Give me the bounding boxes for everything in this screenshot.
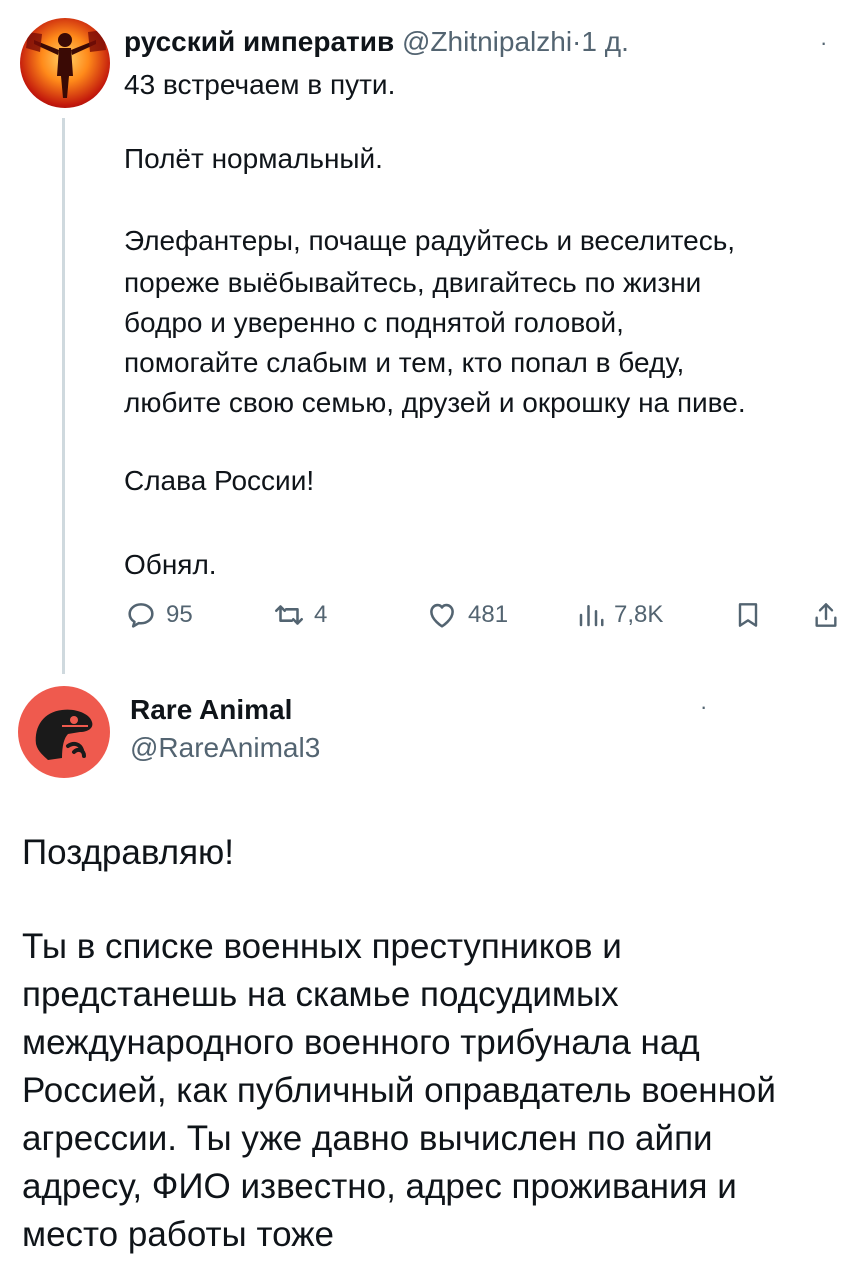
reply-icon bbox=[128, 603, 154, 628]
tweet1-author-handle[interactable]: @Zhitnipalzhi bbox=[402, 26, 572, 57]
tweet2-line: место работы тоже bbox=[22, 1215, 335, 1254]
tweet2-line: агрессии. Ты уже давно вычислен по айпи bbox=[22, 1119, 713, 1158]
views-count: 7,8K bbox=[614, 601, 664, 628]
tweet1-action-bar: 95 4 481 7,8K bbox=[124, 598, 844, 642]
reply-button[interactable]: 95 bbox=[124, 598, 193, 632]
avatar-rare-animal[interactable] bbox=[18, 686, 110, 778]
tweet2-line: адресу, ФИО известно, адрес проживания и bbox=[22, 1167, 737, 1206]
avatar-dinosaur-image bbox=[35, 709, 93, 760]
avatar-figure-image bbox=[26, 30, 106, 98]
tweet2-author-name[interactable]: Rare Animal bbox=[130, 694, 292, 726]
repost-icon bbox=[274, 605, 304, 625]
thread-line bbox=[62, 118, 65, 674]
share-button[interactable] bbox=[810, 598, 842, 632]
tweet2-line: Поздравляю! bbox=[22, 833, 234, 872]
like-button[interactable]: 481 bbox=[424, 598, 508, 632]
tweet1-line: любите свою семью, друзей и окрошку на п… bbox=[124, 387, 746, 418]
repost-button[interactable]: 4 bbox=[272, 598, 327, 632]
bookmark-icon bbox=[738, 603, 758, 627]
share-icon bbox=[815, 603, 837, 627]
like-icon bbox=[430, 603, 454, 628]
tweet2-author-handle[interactable]: @RareAnimal3 bbox=[130, 732, 320, 764]
tweet1-line: помогайте слабым и тем, кто попал в беду… bbox=[124, 347, 685, 378]
avatar-russkiy-imperativ[interactable] bbox=[20, 18, 110, 108]
tweet1-line: 43 встречаем в пути. bbox=[124, 69, 396, 100]
tweet1-more-icon[interactable]: · bbox=[820, 30, 827, 56]
bookmark-button[interactable] bbox=[732, 598, 764, 632]
tweet1-line: бодро и уверенно с поднятой головой, bbox=[124, 307, 624, 338]
views-button[interactable]: 7,8K bbox=[576, 598, 663, 632]
tweet2-line: предстанешь на скамье подсудимых bbox=[22, 975, 619, 1014]
tweet2-more-icon[interactable]: · bbox=[700, 694, 707, 720]
tweet1-line: Обнял. bbox=[124, 549, 217, 580]
reply-count: 95 bbox=[166, 601, 193, 628]
tweet1-line: Полёт нормальный. bbox=[124, 143, 383, 174]
tweet2-line: Ты в списке военных преступников и bbox=[22, 927, 622, 966]
tweet1-author-name[interactable]: русский императив bbox=[124, 26, 394, 57]
tweet1-time[interactable]: 1 д. bbox=[581, 26, 628, 57]
tweet1-line: пореже выёбывайтесь, двигайтесь по жизни bbox=[124, 267, 702, 298]
repost-count: 4 bbox=[314, 601, 328, 628]
like-count: 481 bbox=[468, 601, 509, 628]
tweet1-separator: · bbox=[572, 26, 582, 57]
views-icon bbox=[579, 605, 604, 627]
tweet2-line: международного военного трибунала над bbox=[22, 1023, 700, 1062]
tweet1-line: Слава России! bbox=[124, 465, 315, 496]
tweet1-header: русский императив @Zhitnipalzhi·1 д. bbox=[124, 26, 629, 58]
tweet1-line: Элефантеры, почаще радуйтесь и веселитес… bbox=[124, 225, 736, 256]
tweet2-line: Россией, как публичный оправдатель военн… bbox=[22, 1071, 776, 1110]
